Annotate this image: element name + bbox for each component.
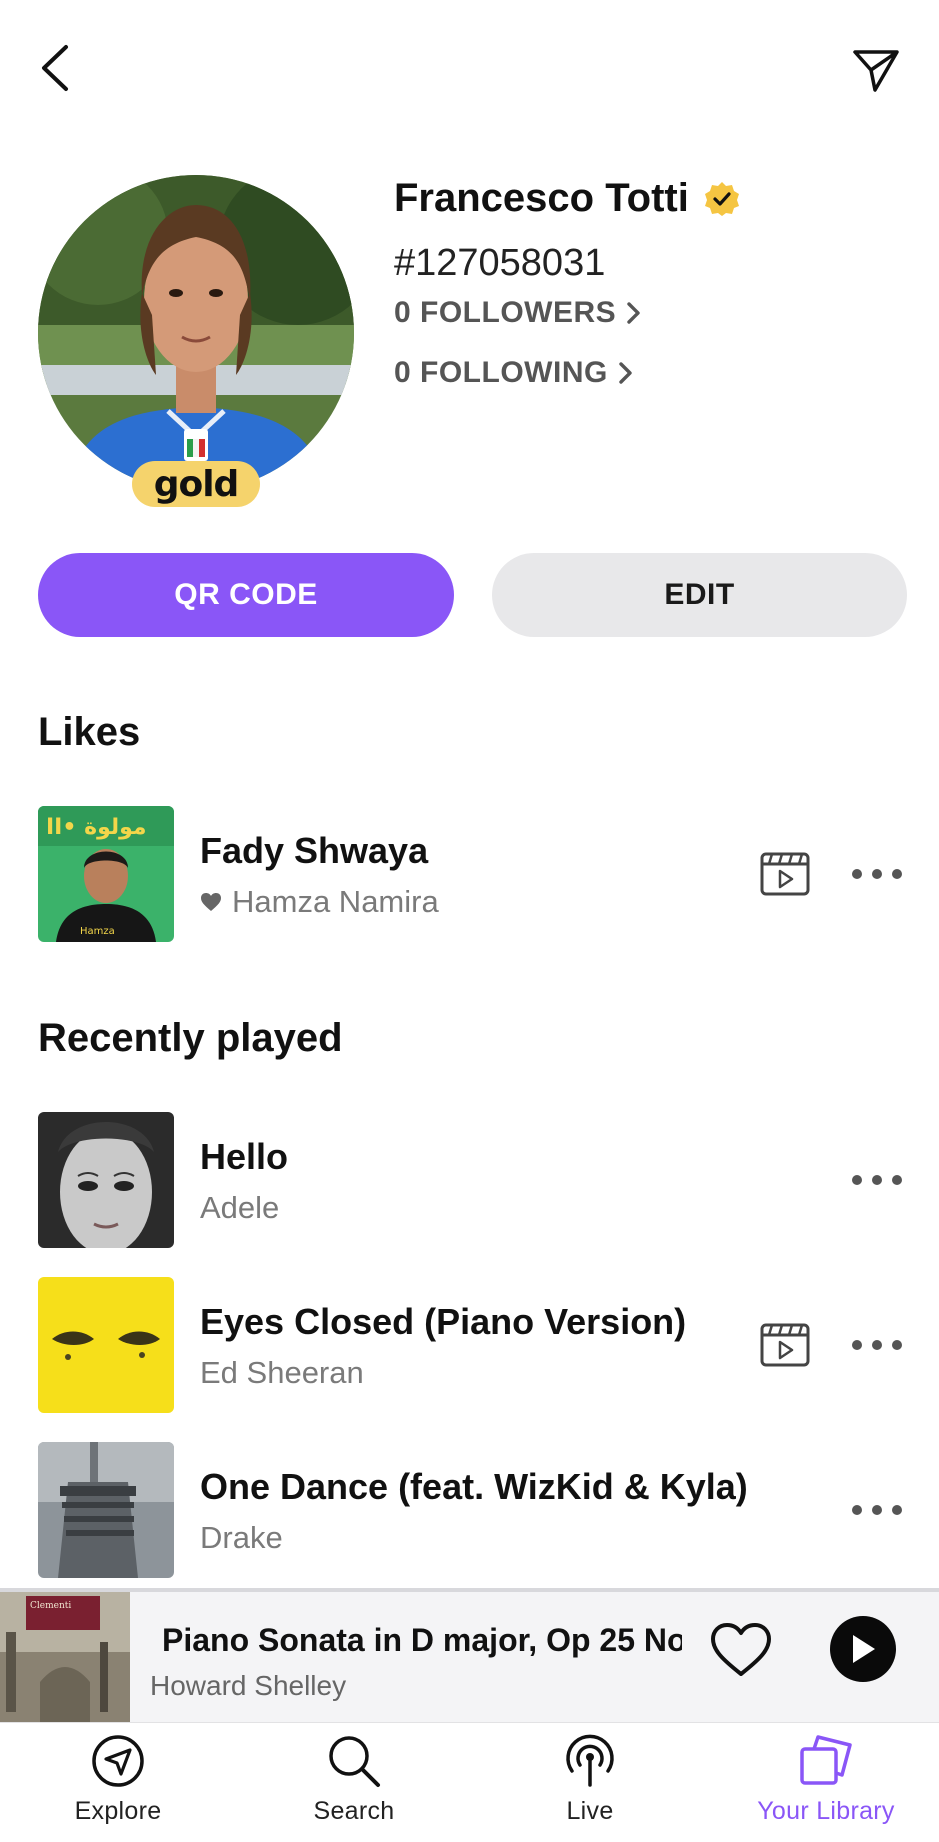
mini-player[interactable]: Clementi Piano Sonata in D major, Op 25 … [0, 1588, 939, 1722]
likes-section-title: Likes [38, 710, 141, 754]
avatar-image [38, 175, 354, 491]
dot-icon [852, 1175, 862, 1185]
dot-icon [892, 1175, 902, 1185]
dot-icon [892, 1340, 902, 1350]
nav-item-live[interactable]: Live [472, 1733, 708, 1842]
nav-item-explore[interactable]: Explore [0, 1733, 236, 1842]
svg-text:Clementi: Clementi [30, 1601, 71, 1611]
chevron-right-icon [619, 362, 632, 384]
following-label: 0 FOLLOWING [394, 356, 608, 389]
heart-filled-icon [201, 893, 221, 911]
chevron-left-icon [42, 45, 68, 91]
edit-button[interactable]: EDIT [492, 553, 907, 637]
track-artist: Adele [200, 1190, 280, 1225]
play-icon [853, 1635, 875, 1663]
track-title: One Dance (feat. WizKid & Kyla) [200, 1466, 748, 1507]
dot-icon [852, 1505, 862, 1515]
video-button[interactable] [760, 850, 810, 903]
back-button[interactable] [30, 38, 80, 98]
following-link[interactable]: 0 FOLLOWING [394, 356, 634, 390]
dot-icon [892, 869, 902, 879]
qr-code-button[interactable]: QR CODE [38, 553, 454, 637]
profile-avatar-area: gold [38, 175, 354, 507]
broadcast-icon [566, 1734, 614, 1787]
chevron-right-icon [627, 302, 640, 324]
dot-icon [892, 1505, 902, 1515]
profile-name-row: Francesco Totti [394, 176, 741, 221]
more-options-button[interactable] [852, 860, 902, 888]
track-artist-row: Hamza Namira [200, 884, 439, 920]
track-artist: Ed Sheeran [200, 1355, 364, 1390]
player-album-art: Clementi [0, 1592, 130, 1722]
dot-icon [872, 869, 882, 879]
list-item[interactable]: Eyes Closed (Piano Version) Ed Sheeran [0, 1277, 939, 1413]
send-icon [853, 50, 899, 92]
nav-label-live: Live [566, 1797, 614, 1825]
album-art: II• مولوة Hamza [38, 806, 174, 942]
track-title: Fady Shwaya [200, 830, 429, 871]
subscription-badge: gold [132, 461, 260, 507]
track-title: Hello [200, 1136, 289, 1177]
list-item[interactable]: One Dance (feat. WizKid & Kyla) Drake [0, 1442, 939, 1578]
album-art [38, 1112, 174, 1248]
video-clip-icon [760, 852, 810, 896]
video-button[interactable] [760, 1321, 810, 1374]
compass-icon [92, 1735, 144, 1787]
play-button[interactable] [830, 1616, 896, 1682]
search-icon [329, 1736, 380, 1787]
avatar[interactable] [38, 175, 354, 491]
followers-label: 0 FOLLOWERS [394, 296, 617, 329]
bottom-navigation: Explore Search Live Your Library [0, 1722, 939, 1842]
dot-icon [852, 1340, 862, 1350]
followers-link[interactable]: 0 FOLLOWERS [394, 296, 642, 330]
nav-label-search: Search [313, 1797, 395, 1825]
dot-icon [852, 869, 862, 879]
library-icon [800, 1735, 852, 1785]
nav-item-your-library[interactable]: Your Library [708, 1733, 939, 1842]
track-artist: Drake [200, 1520, 283, 1555]
album-art [38, 1442, 174, 1578]
recently-played-title: Recently played [38, 1016, 343, 1060]
dot-icon [872, 1340, 882, 1350]
nav-label-explore: Explore [74, 1797, 162, 1825]
heart-outline-icon [711, 1623, 771, 1676]
profile-name: Francesco Totti [394, 176, 689, 220]
profile-id: #127058031 [394, 242, 606, 284]
verified-icon [704, 181, 739, 216]
list-item[interactable]: Hello Adele [0, 1112, 939, 1248]
like-button[interactable] [710, 1622, 772, 1683]
track-artist: Hamza Namira [232, 884, 439, 919]
dot-icon [872, 1505, 882, 1515]
nav-item-search[interactable]: Search [236, 1733, 472, 1842]
nav-label-your-library: Your Library [757, 1797, 895, 1825]
player-track-title: Piano Sonata in D major, Op 25 No [162, 1622, 682, 1658]
video-clip-icon [760, 1323, 810, 1367]
dot-icon [872, 1175, 882, 1185]
svg-text:II• مولوة: II• مولوة [46, 815, 147, 840]
more-options-button[interactable] [852, 1166, 902, 1194]
svg-text:Hamza: Hamza [80, 926, 115, 937]
list-item[interactable]: II• مولوة Hamza Fady Shwaya Hamza Namira [0, 806, 939, 942]
share-button[interactable] [848, 42, 904, 98]
more-options-button[interactable] [852, 1331, 902, 1359]
track-title: Eyes Closed (Piano Version) [200, 1301, 687, 1342]
more-options-button[interactable] [852, 1496, 902, 1524]
album-art [38, 1277, 174, 1413]
player-track-artist: Howard Shelley [150, 1670, 347, 1701]
